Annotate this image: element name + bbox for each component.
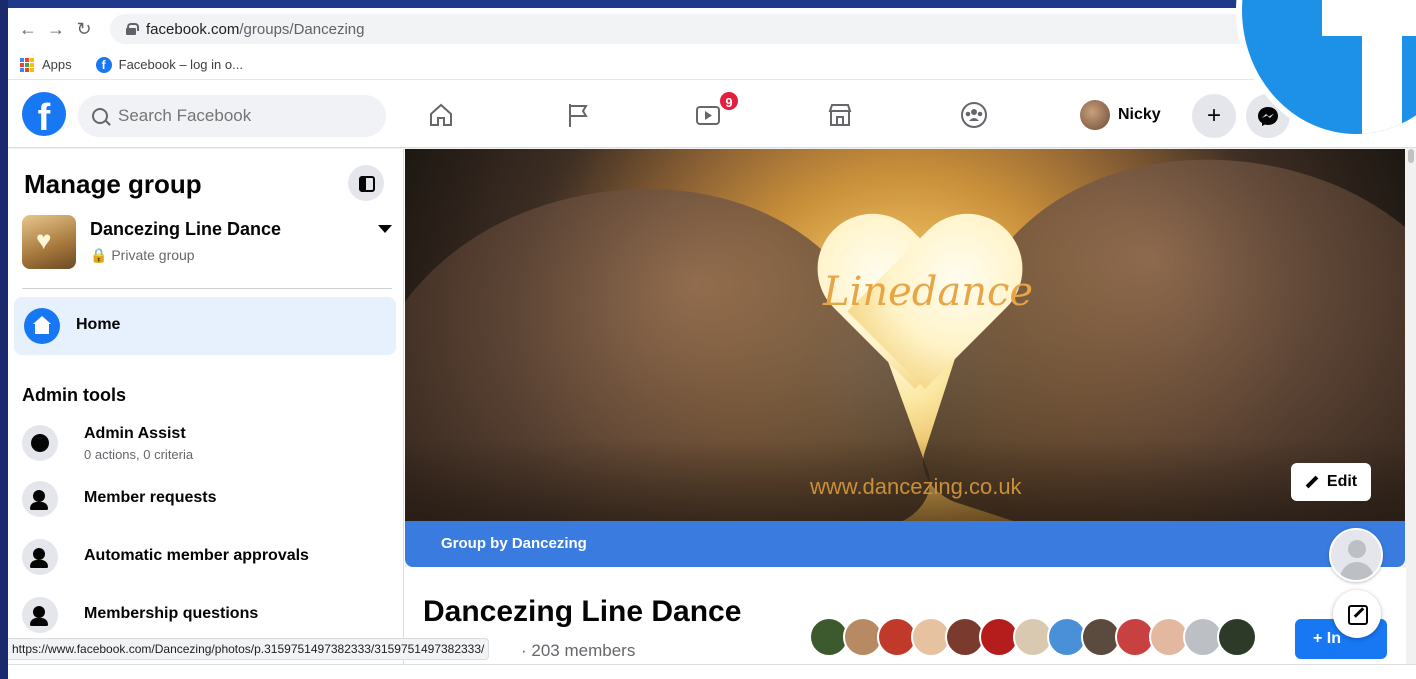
pencil-icon (1305, 475, 1319, 489)
edit-label: Edit (1326, 473, 1358, 490)
group-by-label[interactable]: Group by Dancezing (441, 535, 587, 552)
caret-down-icon[interactable] (378, 225, 392, 233)
sidebar-title: Manage group (24, 169, 202, 199)
manage-group-sidebar: Manage group Dancezing Line Dance 🔒 Priv… (8, 149, 404, 679)
sidebar-item-member-approvals[interactable]: Automatic member approvals (22, 535, 392, 583)
group-thumbnail (22, 215, 76, 269)
address-row: ← → ↻ facebook.com/groups/Dancezing (8, 8, 1416, 50)
sidebar-item-label: Admin Assist (84, 425, 186, 442)
create-button[interactable]: + (1192, 94, 1236, 138)
reload-icon[interactable]: ↻ (70, 19, 98, 40)
forward-arrow-icon[interactable]: → (42, 19, 70, 40)
new-message-icon[interactable] (1333, 590, 1381, 638)
group-switcher[interactable]: Dancezing Line Dance 🔒 Private group (22, 215, 392, 273)
sidebar-item-label: Automatic member approvals (84, 547, 309, 564)
member-approvals-icon (22, 539, 58, 575)
scrollbar[interactable] (1406, 149, 1416, 679)
cover-photo[interactable]: Linedance www.dancezing.co.uk Edit (405, 149, 1405, 521)
bookmarks-bar: Apps f Facebook – log in o... (8, 50, 1416, 80)
search-input[interactable] (118, 106, 358, 126)
search-box[interactable] (78, 95, 386, 137)
sidebar-item-membership-questions[interactable]: Membership questions (22, 593, 392, 641)
sidebar-item-label: Membership questions (84, 605, 259, 622)
facebook-icon: f (95, 56, 112, 73)
url-host: facebook.com (146, 20, 240, 38)
browser-window: ← → ↻ facebook.com/groups/Dancezing Apps… (8, 0, 1416, 679)
tab-strip (8, 0, 1416, 8)
bookmark-apps[interactable]: Apps (20, 57, 72, 72)
sidebar-item-admin-assist[interactable]: Admin Assist 0 actions, 0 criteria (22, 421, 392, 469)
collapse-sidebar-icon[interactable] (348, 165, 384, 201)
status-bar-url: https://www.facebook.com/Dancezing/photo… (8, 638, 490, 660)
back-arrow-icon[interactable]: ← (14, 19, 42, 40)
group-by-banner: Group by Dancezing (405, 521, 1405, 567)
lock-icon (126, 23, 139, 35)
address-bar[interactable]: facebook.com/groups/Dancezing (110, 14, 1290, 44)
search-icon (92, 108, 108, 124)
group-main: Linedance www.dancezing.co.uk Edit Group… (405, 149, 1416, 679)
bookmark-facebook-label: Facebook – log in o... (118, 57, 243, 72)
tab-bar-bottom (8, 664, 1416, 679)
group-privacy: 🔒 Private group (90, 247, 195, 263)
admin-tools-heading: Admin tools (22, 385, 126, 405)
cover-url-text: www.dancezing.co.uk (810, 474, 1022, 499)
bookmark-facebook[interactable]: f Facebook – log in o... (95, 56, 243, 73)
url-path: /groups/Dancezing (239, 20, 365, 38)
member-avatar[interactable] (1217, 617, 1257, 657)
admin-assist-icon (22, 425, 58, 461)
sidebar-item-member-requests[interactable]: Member requests (22, 477, 392, 525)
marketplace-icon[interactable] (823, 98, 863, 132)
home-nav-icon[interactable] (424, 98, 464, 132)
sidebar-item-label: Home (76, 316, 121, 333)
page-title: Dancezing Line Dance (423, 595, 742, 628)
pages-flag-icon[interactable] (562, 98, 602, 132)
home-icon (24, 308, 60, 344)
contact-avatar[interactable] (1329, 528, 1383, 582)
group-name: Dancezing Line Dance (90, 219, 282, 239)
apps-icon (20, 57, 34, 72)
sidebar-item-label: Member requests (84, 489, 217, 506)
watch-video-icon[interactable]: 9 (691, 90, 740, 132)
facebook-logo-icon[interactable]: f (22, 92, 66, 139)
avatar (1080, 100, 1110, 130)
sidebar-item-sublabel: 0 actions, 0 criteria (84, 447, 194, 462)
membership-questions-icon (22, 597, 58, 633)
cover-title: Linedance (823, 269, 1034, 315)
member-requests-icon (22, 481, 58, 517)
sidebar-item-home[interactable]: Home (14, 297, 396, 355)
bookmark-apps-label: Apps (42, 57, 72, 72)
facebook-header: f 9 Nicky + (8, 82, 1416, 148)
profile-chip[interactable]: Nicky (1080, 96, 1161, 134)
member-count[interactable]: · 203 members (521, 641, 635, 661)
sidebar-divider (22, 288, 392, 289)
groups-icon[interactable] (957, 98, 997, 132)
edit-cover-button[interactable]: Edit (1291, 463, 1371, 501)
watch-badge: 9 (718, 90, 740, 112)
profile-name: Nicky (1118, 106, 1161, 123)
member-avatars[interactable] (809, 617, 1257, 659)
group-info: Dancezing Line Dance · 203 members + In (405, 567, 1416, 679)
